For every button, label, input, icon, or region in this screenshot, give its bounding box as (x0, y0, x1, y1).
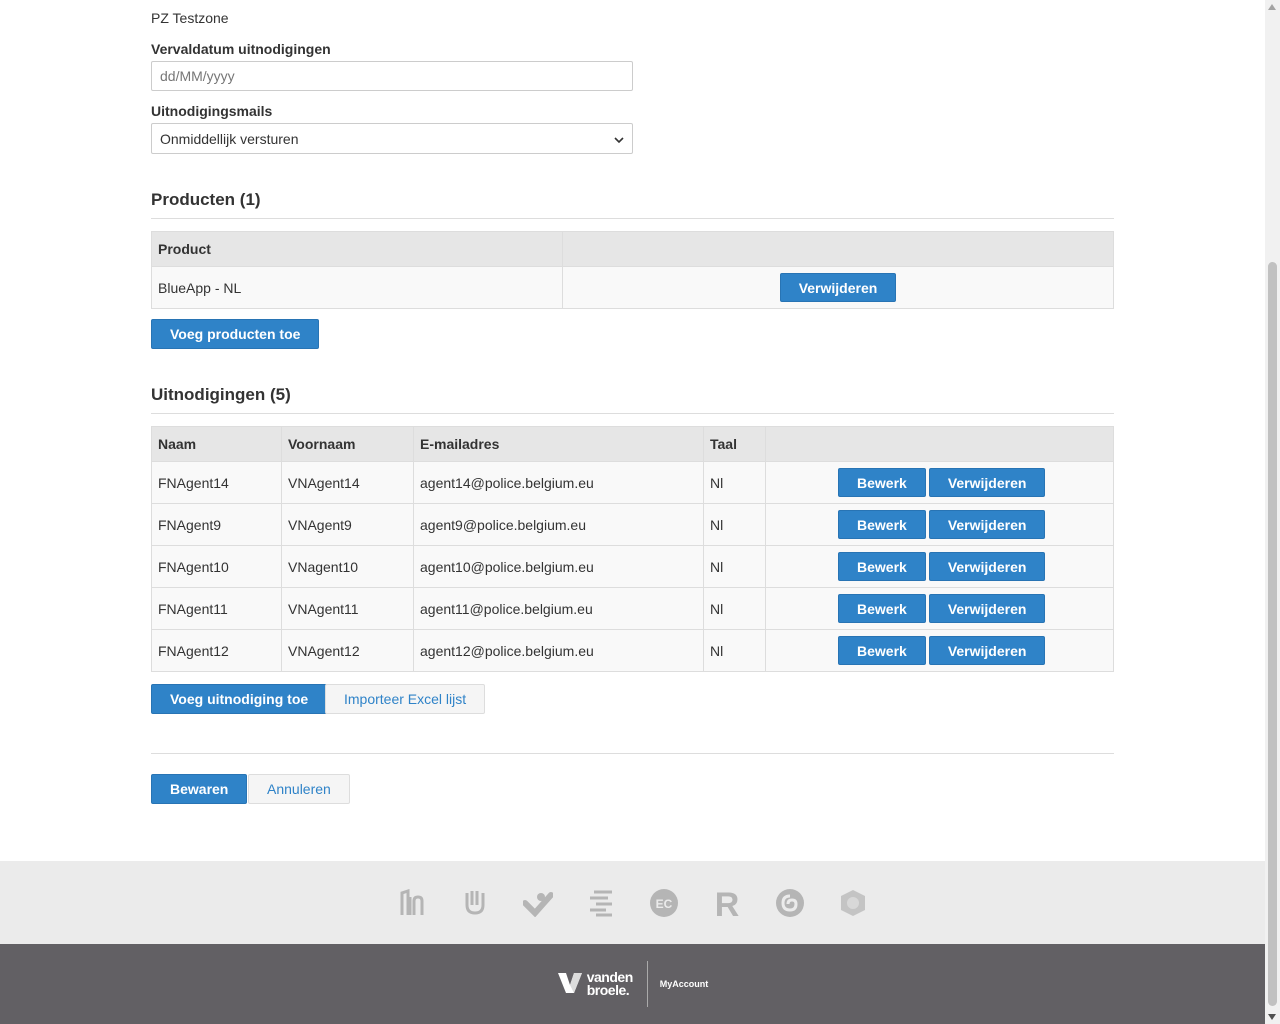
edit-invitation-button[interactable]: Bewerk (838, 636, 926, 665)
cell-taal: Nl (703, 629, 766, 672)
cell-voornaam: VNagent10 (281, 545, 414, 588)
remove-invitation-button[interactable]: Verwijderen (928, 594, 1046, 623)
table-row: FNAgent12 VNAgent12 agent12@police.belgi… (151, 629, 1114, 672)
table-row: FNAgent11 VNAgent11 agent11@police.belgi… (151, 587, 1114, 630)
column-header-actions (765, 426, 1114, 462)
column-header-product: Product (151, 231, 563, 267)
row-actions: Bewerk Verwijderen (765, 503, 1114, 546)
lines-logo-icon[interactable] (585, 887, 617, 919)
products-divider (151, 218, 1114, 219)
column-header-naam: Naam (151, 426, 282, 462)
cell-naam: FNAgent12 (151, 629, 282, 672)
edit-invitation-button[interactable]: Bewerk (838, 468, 926, 497)
cell-naam: FNAgent11 (151, 587, 282, 630)
cell-taal: Nl (703, 545, 766, 588)
table-row: FNAgent14 VNAgent14 agent14@police.belgi… (151, 461, 1114, 504)
cell-email: agent11@police.belgium.eu (413, 587, 704, 630)
brand-name: vanden broele. (586, 970, 634, 998)
products-header-row: Product (151, 231, 1114, 267)
add-invitation-button[interactable]: Voeg uitnodiging toe (151, 684, 328, 714)
row-actions: Bewerk Verwijderen (765, 461, 1114, 504)
chevron-down-icon (614, 131, 624, 147)
cell-naam: FNAgent9 (151, 503, 282, 546)
table-row: FNAgent10 VNagent10 agent10@police.belgi… (151, 545, 1114, 588)
cell-email: agent12@police.belgium.eu (413, 629, 704, 672)
row-actions: Bewerk Verwijderen (765, 587, 1114, 630)
library-logo-icon[interactable] (396, 887, 428, 919)
product-actions: Verwijderen (562, 266, 1114, 309)
invitations-divider (151, 413, 1114, 414)
check-heart-logo-icon[interactable] (522, 887, 554, 919)
cancel-button[interactable]: Annuleren (248, 774, 350, 804)
edit-invitation-button[interactable]: Bewerk (838, 552, 926, 581)
product-name: BlueApp - NL (151, 266, 563, 309)
remove-invitation-button[interactable]: Verwijderen (928, 636, 1046, 665)
cell-taal: Nl (703, 587, 766, 630)
cell-naam: FNAgent10 (151, 545, 282, 588)
column-header-taal: Taal (703, 426, 766, 462)
row-actions: Bewerk Verwijderen (765, 545, 1114, 588)
products-table: Product BlueApp - NL Verwijderen (151, 231, 1114, 309)
expiry-label: Vervaldatum uitnodigingen (151, 41, 331, 57)
cell-taal: Nl (703, 461, 766, 504)
cell-email: agent14@police.belgium.eu (413, 461, 704, 504)
partner-logos: EC R (0, 861, 1265, 944)
remove-invitation-button[interactable]: Verwijderen (928, 468, 1046, 497)
invitations-table: Naam Voornaam E-mailadres Taal FNAgent14… (151, 426, 1114, 672)
vb-logo-icon (557, 971, 583, 998)
form-divider (151, 753, 1114, 754)
shield-logo-icon[interactable] (837, 887, 869, 919)
mails-select[interactable]: Onmiddellijk versturen (151, 123, 633, 154)
remove-invitation-button[interactable]: Verwijderen (928, 552, 1046, 581)
myaccount-label: MyAccount (659, 979, 709, 989)
cell-voornaam: VNAgent9 (281, 503, 414, 546)
invitations-title: Uitnodigingen (5) (151, 385, 291, 404)
ec-logo-text: EC (656, 897, 673, 911)
mails-label: Uitnodigingsmails (151, 103, 273, 119)
r-logo-text: R (715, 888, 740, 918)
edit-invitation-button[interactable]: Bewerk (838, 510, 926, 539)
save-button[interactable]: Bewaren (151, 774, 248, 804)
cell-voornaam: VNAgent12 (281, 629, 414, 672)
cell-taal: Nl (703, 503, 766, 546)
table-row: FNAgent9 VNAgent9 agent9@police.belgium.… (151, 503, 1114, 546)
brand-line-2: broele. (586, 982, 630, 998)
site-footer: vanden broele. MyAccount (0, 944, 1265, 1024)
cell-voornaam: VNAgent11 (281, 587, 414, 630)
scroll-up-arrow-icon[interactable] (1268, 4, 1276, 10)
table-row: BlueApp - NL Verwijderen (151, 266, 1114, 309)
remove-invitation-button[interactable]: Verwijderen (928, 510, 1046, 539)
organisation-value: PZ Testzone (151, 10, 229, 26)
add-products-button[interactable]: Voeg producten toe (151, 319, 320, 349)
products-title: Producten (1) (151, 190, 261, 209)
scroll-down-arrow-icon[interactable] (1268, 1014, 1276, 1020)
page: PZ Testzone Vervaldatum uitnodigingen Ui… (0, 0, 1265, 1024)
row-actions: Bewerk Verwijderen (765, 629, 1114, 672)
r-logo-icon[interactable]: R (711, 887, 743, 919)
mails-select-value: Onmiddellijk versturen (160, 130, 299, 147)
ec-logo-icon[interactable]: EC (648, 887, 680, 919)
column-header-email: E-mailadres (413, 426, 704, 462)
brand-mark: vanden broele. (557, 970, 647, 998)
column-header-actions (562, 231, 1114, 267)
vertical-scrollbar[interactable] (1265, 0, 1280, 1024)
brand-divider (646, 961, 648, 1007)
swirl-logo-icon[interactable] (774, 887, 806, 919)
cell-email: agent9@police.belgium.eu (413, 503, 704, 546)
invitations-header-row: Naam Voornaam E-mailadres Taal (151, 426, 1114, 462)
vandenbroele-logo[interactable]: vanden broele. MyAccount (557, 961, 709, 1007)
remove-product-button[interactable]: Verwijderen (779, 273, 897, 302)
hand-logo-icon[interactable] (459, 887, 491, 919)
scroll-thumb[interactable] (1268, 262, 1277, 1006)
expiry-date-input[interactable] (151, 61, 633, 91)
cell-naam: FNAgent14 (151, 461, 282, 504)
edit-invitation-button[interactable]: Bewerk (838, 594, 926, 623)
cell-voornaam: VNAgent14 (281, 461, 414, 504)
cell-email: agent10@police.belgium.eu (413, 545, 704, 588)
column-header-voornaam: Voornaam (281, 426, 414, 462)
import-excel-button[interactable]: Importeer Excel lijst (325, 684, 486, 714)
